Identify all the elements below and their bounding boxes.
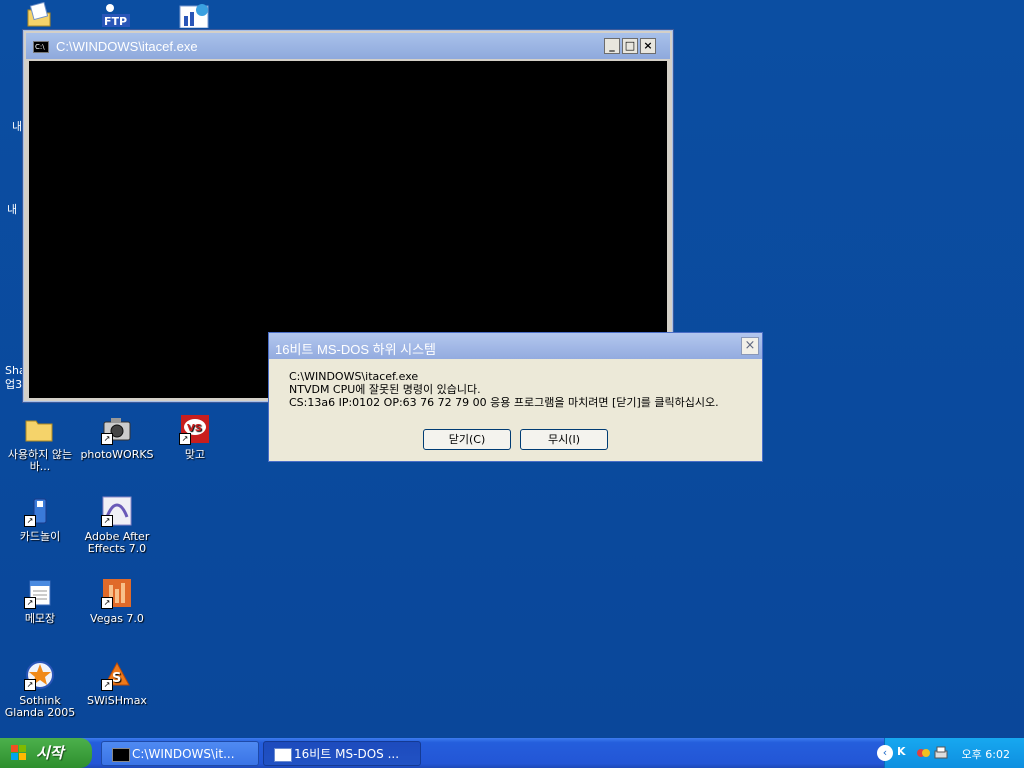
my-documents-icon[interactable] (24, 1, 52, 28)
cmd-icon: C:\ (33, 41, 49, 53)
message-line: C:\WINDOWS\itacef.exe (289, 370, 419, 383)
cmd-icon (112, 748, 130, 762)
icon-label: photoWORKS (80, 448, 154, 461)
svg-text:FTP: FTP (104, 15, 127, 28)
icon-label: 맞고 (184, 448, 206, 461)
sothink-glanda-icon-item[interactable]: ↗ Sothink Glanda 2005 (0, 659, 80, 719)
network-icon[interactable] (915, 745, 931, 761)
ime-icon[interactable]: K (897, 745, 913, 761)
icon-label: Vegas 7.0 (90, 612, 144, 625)
shortcut-arrow-icon: ↗ (179, 433, 191, 445)
desktop: FTP 내 내 Sha 업3 사용하지 않는 바... ↗ photoWORKS… (0, 0, 1024, 738)
message-line: CS:13a6 IP:0102 OP:63 76 72 79 00 응용 프로그… (289, 396, 719, 409)
partial-label-2: 내 (7, 203, 18, 216)
vs-game-icon: VS ↗ (179, 413, 211, 445)
photoworks-icon-item[interactable]: ↗ photoWORKS (77, 413, 157, 461)
dialog-titlebar[interactable]: 16비트 MS-DOS 하위 시스템 × (269, 333, 762, 359)
svg-text:S: S (112, 671, 121, 686)
after-effects-icon-item[interactable]: ↗ Adobe After Effects 7.0 (77, 495, 157, 555)
matgo-icon-item[interactable]: VS ↗ 맞고 (155, 413, 235, 461)
partial-label-4: 업3 (5, 378, 23, 391)
icon-label: 메모장 (24, 612, 56, 625)
taskbar-button-console[interactable]: C:\WINDOWS\it... (101, 741, 259, 766)
dialog-title: 16비트 MS-DOS 하위 시스템 (275, 342, 437, 357)
sothink-star-icon: ↗ (24, 659, 56, 691)
vegas-icon: ↗ (101, 577, 133, 609)
chevron-left-icon[interactable]: ‹ (877, 745, 893, 761)
recycle-unused-icon-item[interactable]: 사용하지 않는 바... (0, 413, 80, 473)
console-titlebar[interactable]: C:\ C:\WINDOWS\itacef.exe _ □ × (26, 33, 670, 59)
taskbar-button-dialog[interactable]: 16비트 MS-DOS ... (263, 741, 421, 766)
shortcut-arrow-icon: ↗ (101, 679, 113, 691)
start-label: 시작 (36, 744, 64, 762)
dialog-close-button[interactable]: × (741, 337, 759, 355)
close-button[interactable]: × (640, 38, 656, 54)
after-effects-icon: ↗ (101, 495, 133, 527)
windows-logo-icon (11, 745, 28, 761)
swishmax-icon-item[interactable]: S ↗ SWiSHmax (77, 659, 157, 707)
maximize-button[interactable]: □ (622, 38, 638, 54)
task-label: 16비트 MS-DOS ... (294, 747, 400, 761)
console-title: C:\WINDOWS\itacef.exe (56, 39, 198, 54)
close-dialog-button[interactable]: 닫기(C) (423, 429, 511, 450)
ignore-button[interactable]: 무시(I) (520, 429, 608, 450)
window-icon (274, 748, 292, 762)
shortcut-arrow-icon: ↗ (24, 679, 36, 691)
shortcut-arrow-icon: ↗ (101, 597, 113, 609)
vegas-icon-item[interactable]: ↗ Vegas 7.0 (77, 577, 157, 625)
shortcut-arrow-icon: ↗ (24, 515, 36, 527)
task-label: C:\WINDOWS\it... (132, 747, 235, 761)
icon-label: 카드놀이 (19, 530, 61, 543)
swishmax-icon: S ↗ (101, 659, 133, 691)
shortcut-arrow-icon: ↗ (24, 597, 36, 609)
shortcut-arrow-icon: ↗ (101, 433, 113, 445)
icon-label: SWiSHmax (87, 694, 147, 707)
clock[interactable]: 오후 6:02 (962, 746, 1010, 762)
system-tray: ‹ K 오후 6:02 (877, 738, 1024, 768)
card-game-icon-item[interactable]: ↗ 카드놀이 (0, 495, 80, 543)
dialog-message: C:\WINDOWS\itacef.exe NTVDM CPU에 잘못된 명령이… (289, 370, 719, 409)
error-dialog: 16비트 MS-DOS 하위 시스템 × C:\WINDOWS\itacef.e… (268, 332, 763, 462)
start-button[interactable]: 시작 (0, 738, 92, 768)
notepad-icon: ↗ (24, 577, 56, 609)
icon-label: Sothink Glanda 2005 (4, 694, 76, 719)
ftp-icon[interactable]: FTP (100, 2, 134, 28)
folder-icon (24, 413, 56, 445)
taskbar: 시작 C:\WINDOWS\it... 16비트 MS-DOS ... ‹ K … (0, 738, 1024, 768)
message-line: NTVDM CPU에 잘못된 명령이 있습니다. (289, 383, 481, 396)
notepad-icon-item[interactable]: ↗ 메모장 (0, 577, 80, 625)
printer-icon[interactable] (933, 745, 949, 761)
camera-icon: ↗ (101, 413, 133, 445)
network-chart-icon[interactable] (178, 2, 212, 29)
shortcut-arrow-icon: ↗ (101, 515, 113, 527)
minimize-button[interactable]: _ (604, 38, 620, 54)
icon-label: Adobe After Effects 7.0 (84, 530, 150, 555)
icon-label: 사용하지 않는 바... (7, 448, 73, 473)
usb-card-icon: ↗ (24, 495, 56, 527)
partial-label-1: 내 (12, 120, 23, 133)
